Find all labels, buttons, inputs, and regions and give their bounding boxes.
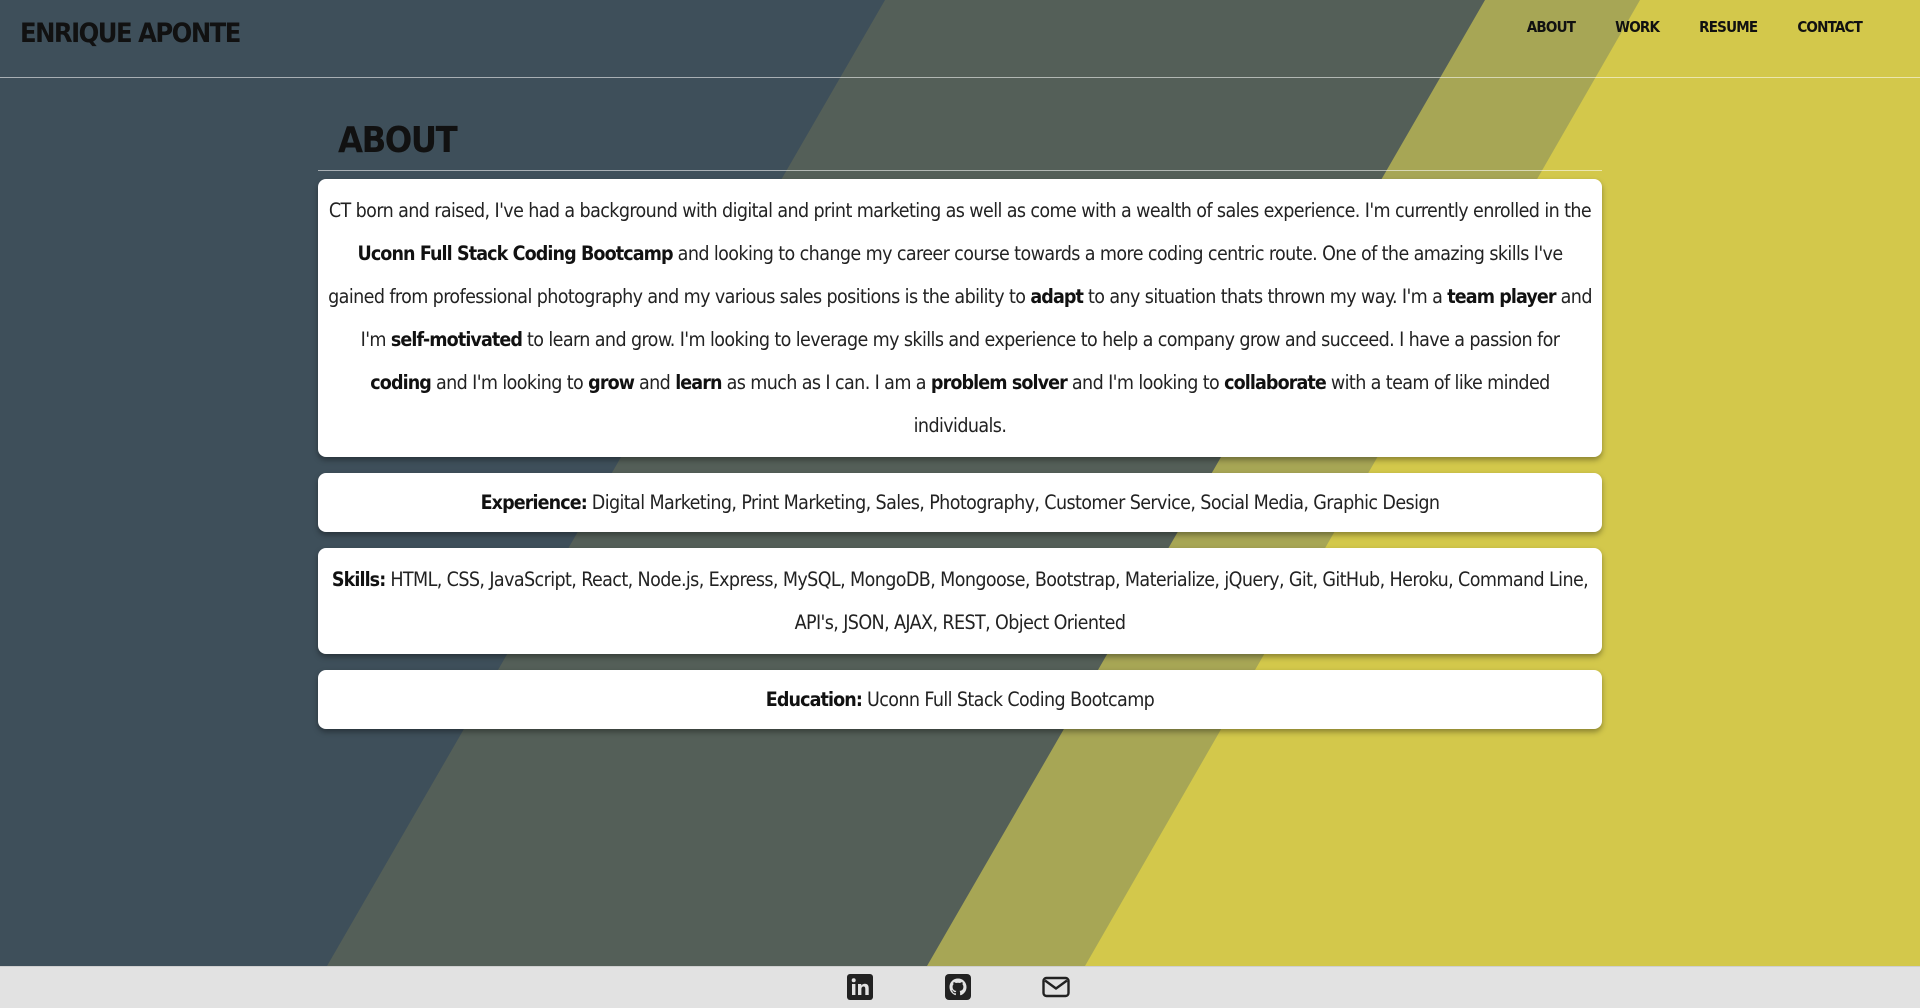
email-icon[interactable] bbox=[1041, 972, 1071, 1002]
skills-value: HTML, CSS, JavaScript, React, Node.js, E… bbox=[385, 568, 1589, 634]
education-value: Uconn Full Stack Coding Bootcamp bbox=[861, 688, 1155, 711]
section-divider bbox=[318, 170, 1602, 171]
bio-text: and bbox=[634, 371, 676, 394]
experience-card: Experience: Digital Marketing, Print Mar… bbox=[318, 473, 1602, 532]
linkedin-icon[interactable] bbox=[845, 972, 875, 1002]
education-label: Education: bbox=[765, 688, 863, 711]
skills-label: Skills: bbox=[331, 568, 386, 591]
nav-contact-link[interactable]: CONTACT bbox=[1797, 18, 1862, 36]
site-header: ENRIQUE APONTE ABOUT WORK RESUME CONTACT bbox=[0, 0, 1920, 78]
education-card: Education: Uconn Full Stack Coding Bootc… bbox=[318, 670, 1602, 729]
bio-highlight: grow bbox=[588, 371, 635, 394]
experience-value: Digital Marketing, Print Marketing, Sale… bbox=[586, 491, 1440, 514]
experience-label: Experience: bbox=[480, 491, 588, 514]
bio-highlight: coding bbox=[370, 371, 432, 394]
bio-card: CT born and raised, I've had a backgroun… bbox=[318, 179, 1602, 457]
social-links bbox=[845, 972, 1139, 1002]
bio-text: CT born and raised, I've had a backgroun… bbox=[328, 199, 1592, 222]
skills-card: Skills: HTML, CSS, JavaScript, React, No… bbox=[318, 548, 1602, 654]
bio-text: and I'm looking to bbox=[1066, 371, 1225, 394]
bio-text: to learn and grow. I'm looking to levera… bbox=[522, 328, 1560, 351]
site-footer bbox=[0, 966, 1920, 1008]
bio-text: to any situation thats thrown my way. I'… bbox=[1083, 285, 1448, 308]
bio-highlight: Uconn Full Stack Coding Bootcamp bbox=[357, 242, 673, 265]
nav-work-link[interactable]: WORK bbox=[1615, 18, 1660, 36]
bio-text: as much as I can. I am a bbox=[721, 371, 931, 394]
about-section: ABOUT CT born and raised, I've had a bac… bbox=[318, 110, 1602, 745]
bio-highlight: self-motivated bbox=[390, 328, 523, 351]
site-brand[interactable]: ENRIQUE APONTE bbox=[20, 18, 241, 49]
bio-highlight: team player bbox=[1447, 285, 1556, 308]
bio-highlight: collaborate bbox=[1224, 371, 1327, 394]
bio-highlight: problem solver bbox=[930, 371, 1068, 394]
nav-about-link[interactable]: ABOUT bbox=[1527, 18, 1576, 36]
main-nav: ABOUT WORK RESUME CONTACT bbox=[1487, 18, 1863, 36]
bio-highlight: adapt bbox=[1030, 285, 1084, 308]
bio-highlight: learn bbox=[675, 371, 722, 394]
bio-text: and I'm looking to bbox=[430, 371, 589, 394]
github-icon[interactable] bbox=[943, 972, 973, 1002]
section-title: ABOUT bbox=[338, 120, 458, 161]
nav-resume-link[interactable]: RESUME bbox=[1699, 18, 1758, 36]
